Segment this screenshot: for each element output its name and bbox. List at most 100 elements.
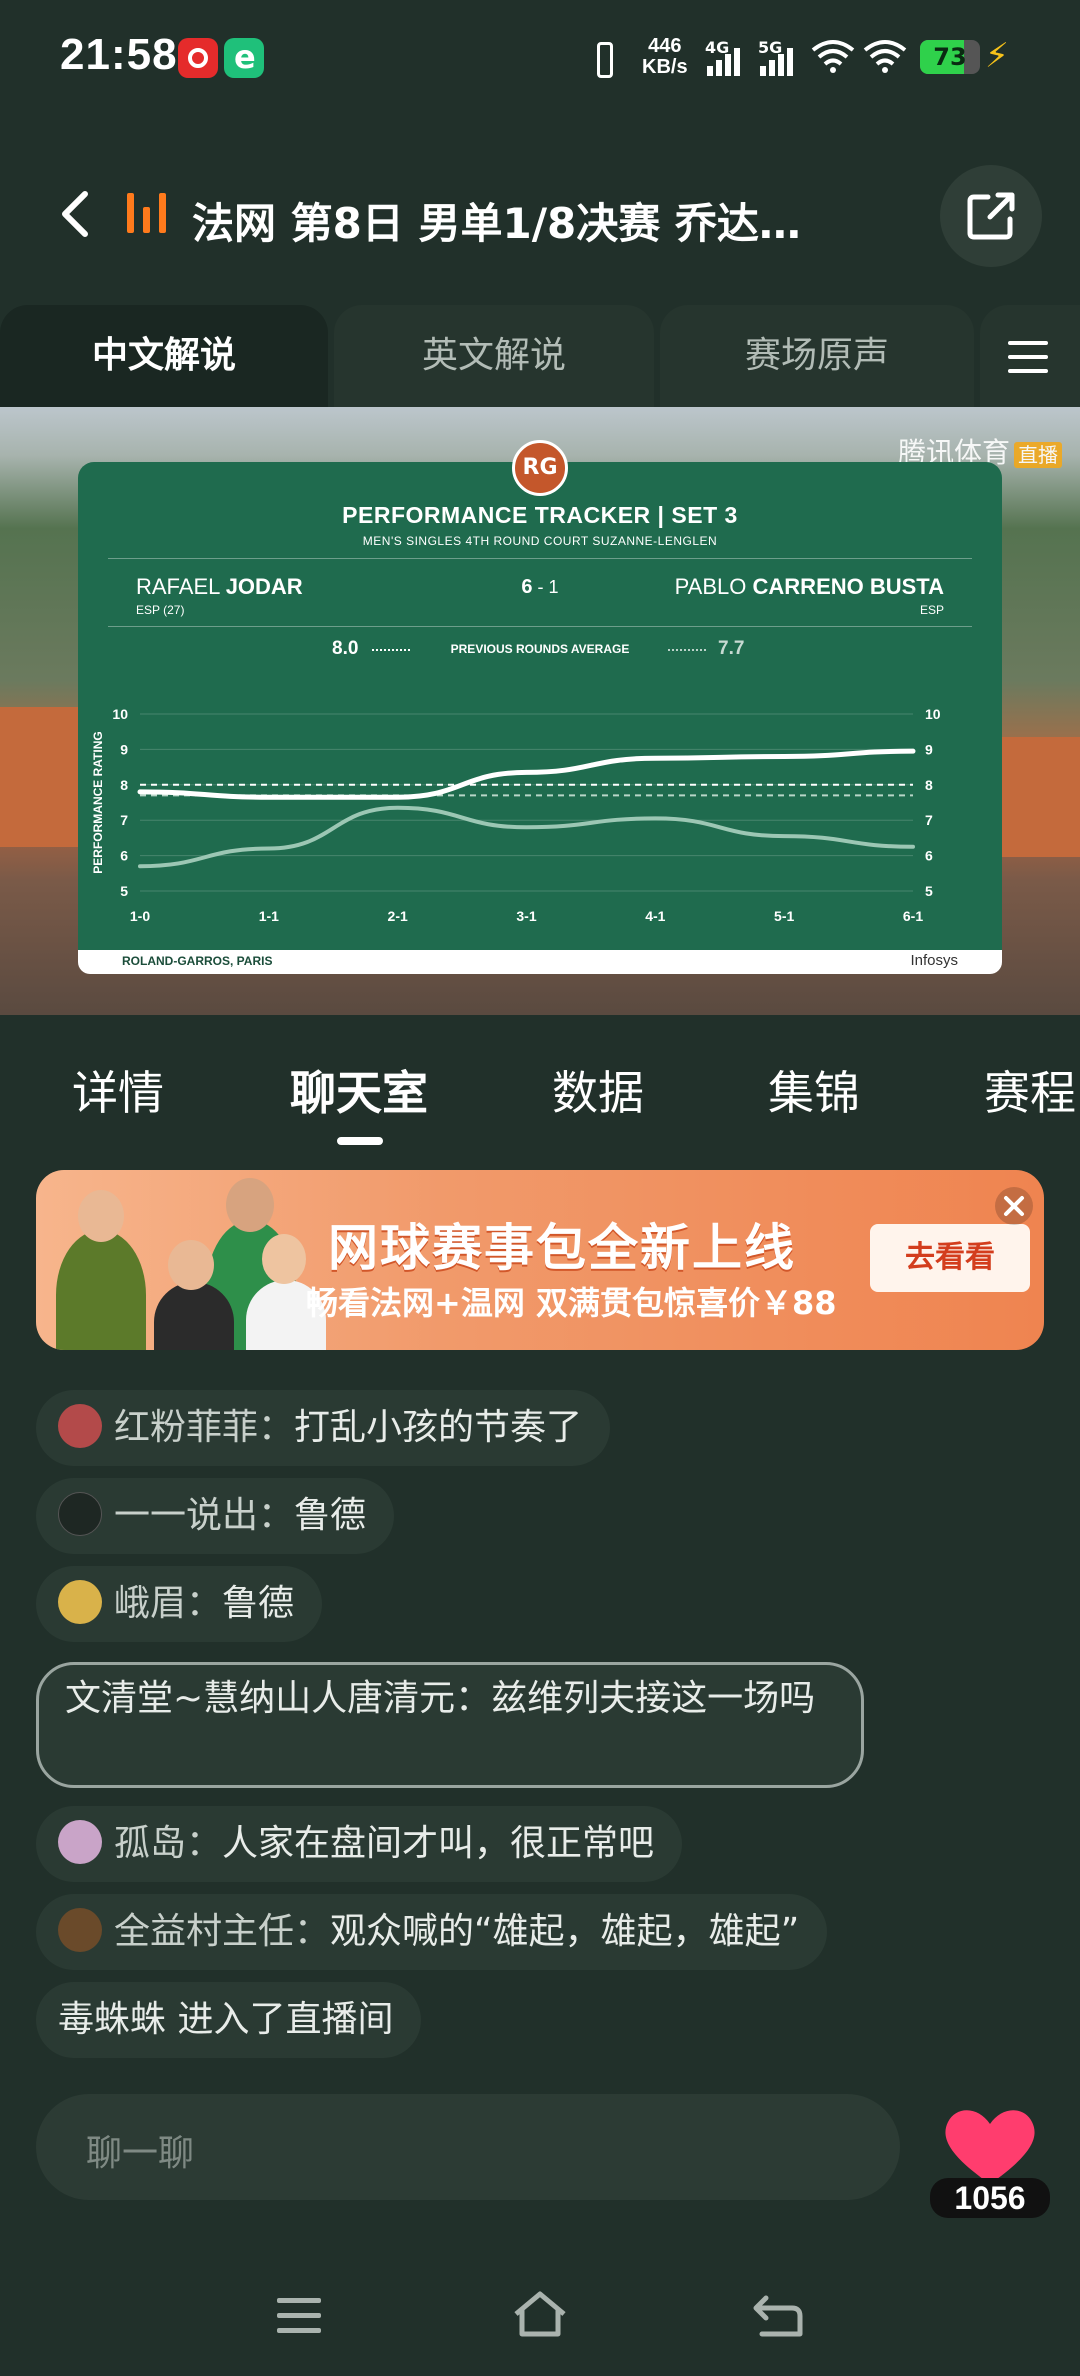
- tab-chatroom[interactable]: 聊天室: [290, 1057, 428, 1123]
- x-tick-label: 6-1: [903, 908, 923, 924]
- battery-percent: 73: [933, 43, 967, 71]
- tab-details[interactable]: 详情: [72, 1057, 164, 1123]
- chat-join-notice: 毒蛛蛛 进入了直播间: [36, 1982, 422, 2058]
- banner-title: 网球赛事包全新上线: [328, 1219, 796, 1277]
- chat-text: 鲁德: [294, 1495, 367, 1536]
- chat-username[interactable]: 文清堂~慧纳山人唐清元：: [65, 1678, 491, 1719]
- tab-data[interactable]: 数据: [552, 1057, 644, 1123]
- y-tick-label-right: 9: [925, 741, 933, 757]
- players-illustration: [56, 1170, 336, 1350]
- tab-english-commentary[interactable]: 英文解说: [334, 305, 654, 407]
- share-button[interactable]: [940, 165, 1042, 267]
- active-tab-indicator: [337, 1137, 383, 1145]
- user-avatar[interactable]: [58, 1820, 102, 1864]
- like-count: 1056: [930, 2178, 1050, 2218]
- x-tick-label: 1-0: [130, 908, 150, 924]
- chat-username[interactable]: 一一说出：: [114, 1495, 294, 1536]
- back-arrow-icon[interactable]: [55, 190, 99, 238]
- network-speed-unit: KB/s: [642, 56, 688, 78]
- wifi-icon-2: [863, 40, 907, 73]
- tab-stadium-sound[interactable]: 赛场原声: [660, 305, 974, 407]
- tab-schedule[interactable]: 赛程: [984, 1057, 1076, 1123]
- banner-go-button[interactable]: 去看看: [870, 1224, 1030, 1292]
- network-speed-value: 446: [648, 35, 682, 57]
- x-tick-label: 5-1: [774, 908, 794, 924]
- signal-5g-icon: 5G: [758, 38, 804, 78]
- like-button[interactable]: 1056: [930, 2096, 1050, 2218]
- chat-message-highlighted: 文清堂~慧纳山人唐清元：兹维列夫接这一场吗: [36, 1662, 864, 1788]
- performance-tracker-panel: RG PERFORMANCE TRACKER | SET 3 MEN'S SIN…: [78, 440, 1002, 974]
- user-avatar[interactable]: [58, 1492, 102, 1536]
- home-icon[interactable]: [512, 2290, 568, 2338]
- chat-input[interactable]: 聊一聊: [36, 2094, 900, 2200]
- video-player[interactable]: 腾讯体育 直播 RG PERFORMANCE TRACKER | SET 3 ME…: [0, 407, 1080, 1015]
- signal-4g-icon: 4G: [705, 38, 751, 78]
- tab-highlights[interactable]: 集锦: [768, 1057, 860, 1123]
- chat-text: 观众喊的“雄起，雄起，雄起”: [330, 1911, 800, 1952]
- y-tick-label-right: 6: [925, 848, 933, 864]
- x-tick-label: 4-1: [645, 908, 665, 924]
- user-avatar[interactable]: [58, 1580, 102, 1624]
- promo-banner[interactable]: 网球赛事包全新上线 畅看法网+温网 双满贯包惊喜价￥88 去看看: [36, 1170, 1044, 1350]
- netease-music-icon: [178, 38, 218, 78]
- y-tick-label: 5: [120, 883, 128, 899]
- chat-username[interactable]: 峨眉：: [114, 1583, 222, 1624]
- banner-subtitle: 畅看法网+温网 双满贯包惊喜价￥88: [306, 1284, 837, 1322]
- back-nav-icon[interactable]: [752, 2292, 804, 2338]
- tab-chinese-commentary[interactable]: 中文解说: [0, 305, 328, 407]
- y-tick-label: 9: [120, 741, 128, 757]
- y-tick-label: 8: [120, 777, 128, 793]
- chat-username[interactable]: 孤岛：: [114, 1823, 222, 1864]
- x-tick-label: 1-1: [259, 908, 279, 924]
- user-avatar[interactable]: [58, 1908, 102, 1952]
- infosys-logo: Infosys: [910, 952, 958, 969]
- y-tick-label-right: 8: [925, 777, 933, 793]
- chat-username[interactable]: 红粉菲菲：: [114, 1407, 294, 1448]
- network-speed: 446 KB/s: [642, 36, 688, 78]
- footer-left: ROLAND-GARROS, PARIS: [122, 954, 273, 968]
- x-tick-label: 3-1: [516, 908, 536, 924]
- x-tick-label: 2-1: [388, 908, 408, 924]
- chat-text: 进入了直播间: [166, 1999, 394, 2040]
- performance-chart: 5 5 6 6 7 7 8 8 9 9 10 10 1-0 1-1 2-1 3-1 4-1 5-1 6-1 PERFO…: [91, 706, 941, 924]
- banner-close-icon[interactable]: [994, 1186, 1034, 1226]
- y-tick-label: 10: [112, 706, 128, 722]
- page-title: 法网 第8日 男单1/8决赛 乔达…: [192, 199, 801, 248]
- y-tick-label-right: 7: [925, 812, 933, 828]
- chat-text: 人家在盘间才叫，很正常吧: [222, 1823, 655, 1864]
- chat-message: 一一说出：鲁德: [36, 1478, 395, 1554]
- y-tick-label: 7: [120, 812, 128, 828]
- menu-icon[interactable]: [980, 305, 1080, 407]
- menu-nav-icon[interactable]: [275, 2296, 323, 2336]
- series-line-player2: [138, 805, 915, 869]
- battery-icon: 73: [920, 40, 980, 74]
- y-axis-label: PERFORMANCE RATING: [91, 731, 105, 873]
- user-avatar[interactable]: [58, 1404, 102, 1448]
- y-tick-label-right: 5: [925, 883, 933, 899]
- charging-icon: ⚡: [985, 36, 1009, 76]
- chat-text: 鲁德: [222, 1583, 295, 1624]
- chat-message: 峨眉：鲁德: [36, 1566, 323, 1642]
- chat-input-placeholder: 聊一聊: [86, 2133, 195, 2174]
- system-nav-bar: [0, 2260, 1080, 2376]
- live-bars-icon: [125, 193, 171, 233]
- live-badge: 直播: [1014, 442, 1062, 468]
- share-icon: [967, 192, 1015, 240]
- status-bar: 21:58 446 KB/s 4G 5G 73 ⚡: [0, 0, 1080, 120]
- panel-footer: ROLAND-GARROS, PARIS Infosys: [78, 950, 1002, 974]
- commentary-tabs: 中文解说 英文解说 赛场原声: [0, 305, 1080, 407]
- chat-message: 红粉菲菲：打乱小孩的节奏了: [36, 1390, 611, 1466]
- header: 法网 第8日 男单1/8决赛 乔达…: [0, 160, 1080, 270]
- y-tick-label: 6: [120, 848, 128, 864]
- chat-message: 全益村主任：观众喊的“雄起，雄起，雄起”: [36, 1894, 828, 1970]
- vibrate-icon: [585, 38, 625, 82]
- chat-username[interactable]: 毒蛛蛛: [58, 1999, 166, 2040]
- chat-username[interactable]: 全益村主任：: [114, 1911, 330, 1952]
- series-line-player1: [137, 748, 916, 800]
- chat-text: 兹维列夫接这一场吗: [491, 1678, 816, 1719]
- chat-text: 打乱小孩的节奏了: [294, 1407, 583, 1448]
- content-tabs: 详情 聊天室 数据 集锦 赛程: [0, 1015, 1080, 1165]
- status-time: 21:58: [60, 30, 178, 79]
- y-tick-label-right: 10: [925, 706, 941, 722]
- wifi-icon: [811, 40, 855, 73]
